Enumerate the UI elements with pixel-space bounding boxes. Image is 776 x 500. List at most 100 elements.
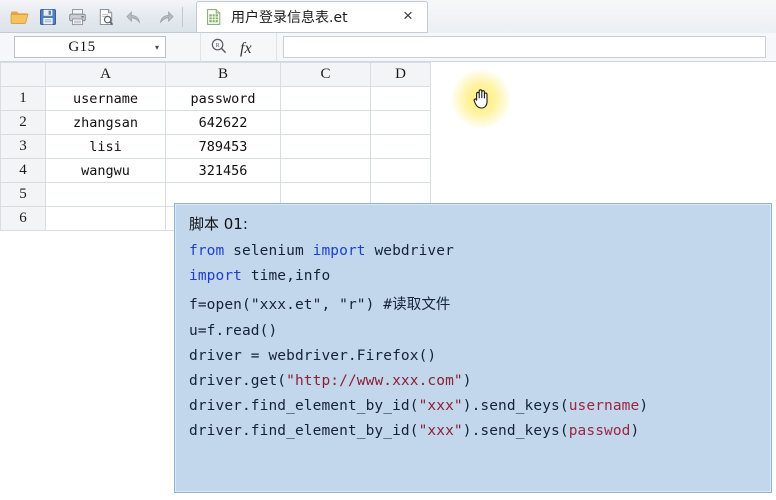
code-line: driver.find_element_by_id("xxx").send_ke… (189, 418, 771, 443)
redo-button[interactable] (151, 4, 177, 30)
code-line: driver.find_element_by_id("xxx").send_ke… (189, 393, 771, 418)
function-icon[interactable]: fx (240, 40, 252, 58)
cell-d2[interactable] (370, 110, 431, 135)
code-token: "xxx" (418, 422, 463, 439)
row-header-1[interactable]: 1 (0, 86, 46, 111)
row-header-2[interactable]: 2 (0, 110, 46, 135)
code-token: u=f.read() (189, 322, 278, 339)
redo-arrow-icon (159, 10, 174, 24)
code-token: , (321, 296, 340, 313)
print-preview-button[interactable] (93, 4, 119, 30)
cell-a4[interactable]: wangwu (45, 158, 166, 183)
code-token: import (189, 267, 251, 284)
cell-c1[interactable] (280, 86, 371, 111)
code-token: "r" (339, 296, 366, 313)
code-token: username (568, 397, 640, 414)
undo-button[interactable] (122, 4, 148, 30)
close-icon[interactable]: × (399, 7, 417, 26)
code-token: "xxx.et" (250, 296, 322, 313)
formula-bar-divider (200, 33, 201, 62)
save-disk-icon (40, 9, 56, 25)
code-line: u=f.read() (189, 318, 771, 343)
code-line: driver = webdriver.Firefox() (189, 343, 771, 368)
name-box-value: G15 (68, 38, 96, 55)
column-header-b[interactable]: B (165, 62, 281, 87)
code-line: driver.get("http://www.xxx.com") (189, 368, 771, 393)
formula-bar-divider-2 (276, 33, 277, 62)
cell-d4[interactable] (370, 158, 431, 183)
column-header-a[interactable]: A (45, 62, 166, 87)
document-tab[interactable]: 用户登录信息表.et × (196, 1, 428, 32)
code-token: passwod (568, 422, 631, 439)
printer-icon (68, 9, 86, 26)
cell-d3[interactable] (370, 134, 431, 159)
code-panel-title: 脚本 01: (189, 215, 248, 233)
code-token: "xxx" (418, 397, 463, 414)
code-token: selenium (233, 242, 313, 259)
column-header-d[interactable]: D (370, 62, 431, 87)
formula-bar: G15 ▾ R fx (0, 33, 776, 62)
print-button[interactable] (64, 4, 90, 30)
column-header-c[interactable]: C (280, 62, 371, 87)
code-line: f=open("xxx.et", "r") #读取文件 (189, 288, 771, 318)
row-header-6[interactable]: 6 (0, 206, 46, 231)
svg-text:R: R (216, 43, 220, 49)
magnifier-icon[interactable]: R (210, 37, 228, 60)
toolbar-divider (182, 7, 183, 27)
code-token: driver.find_element_by_id( (189, 397, 419, 414)
code-token: webdriver (374, 242, 454, 259)
table-row: 3 lisi 789453 (0, 134, 431, 159)
cell-b2[interactable]: 642622 (165, 110, 281, 135)
cell-c2[interactable] (280, 110, 371, 135)
row-header-4[interactable]: 4 (0, 158, 46, 183)
document-tab-label: 用户登录信息表.et (231, 10, 348, 26)
code-token: ).send_keys( (462, 397, 569, 414)
table-row: 1 username password (0, 86, 431, 111)
hand-grab-cursor (471, 86, 493, 110)
code-token: ) #读取文件 (365, 296, 451, 313)
formula-bar-icons: R fx (210, 37, 252, 60)
print-preview-icon (99, 9, 114, 26)
code-overlay-panel: 脚本 01: from selenium import webdriver imp… (174, 203, 772, 493)
save-button[interactable] (35, 4, 61, 30)
cell-a2[interactable]: zhangsan (45, 110, 166, 135)
code-line: from selenium import webdriver (189, 238, 771, 263)
folder-open-icon (10, 11, 28, 24)
cell-c3[interactable] (280, 134, 371, 159)
cell-a6[interactable] (45, 206, 166, 231)
select-all-corner[interactable] (0, 62, 46, 87)
cursor-highlight (452, 70, 510, 128)
cell-b3[interactable]: 789453 (165, 134, 281, 159)
open-file-button[interactable] (6, 4, 32, 30)
name-box[interactable]: G15 ▾ (14, 36, 166, 58)
code-token: from (189, 242, 234, 259)
cell-b1[interactable]: password (165, 86, 281, 111)
cell-a1[interactable]: username (45, 86, 166, 111)
code-token: time,info (250, 267, 331, 284)
table-row: 4 wangwu 321456 (0, 158, 431, 183)
code-token: "http://www.xxx.com" (286, 372, 463, 389)
code-token: ) (639, 397, 649, 414)
code-token: driver.get( (189, 372, 287, 389)
cell-a3[interactable]: lisi (45, 134, 166, 159)
code-token: ) (462, 372, 472, 389)
cell-a5[interactable] (45, 182, 166, 207)
formula-input[interactable] (283, 36, 766, 58)
chevron-down-icon[interactable]: ▾ (149, 43, 165, 52)
row-header-5[interactable]: 5 (0, 182, 46, 207)
cell-c4[interactable] (280, 158, 371, 183)
code-token: driver = webdriver.Firefox() (189, 347, 437, 364)
code-token: driver.find_element_by_id( (189, 422, 419, 439)
code-token: ).send_keys( (462, 422, 569, 439)
row-header-3[interactable]: 3 (0, 134, 46, 159)
cell-b4[interactable]: 321456 (165, 158, 281, 183)
code-token: import (312, 242, 375, 259)
title-bar: 用户登录信息表.et × (0, 0, 776, 33)
spreadsheet-document-icon (205, 8, 223, 26)
code-line: import time,info (189, 263, 771, 288)
quick-access-toolbar (6, 2, 214, 32)
undo-arrow-icon (125, 10, 140, 24)
code-token: ) (630, 422, 640, 439)
cell-d1[interactable] (370, 86, 431, 111)
column-header-row: A B C D (0, 62, 431, 87)
